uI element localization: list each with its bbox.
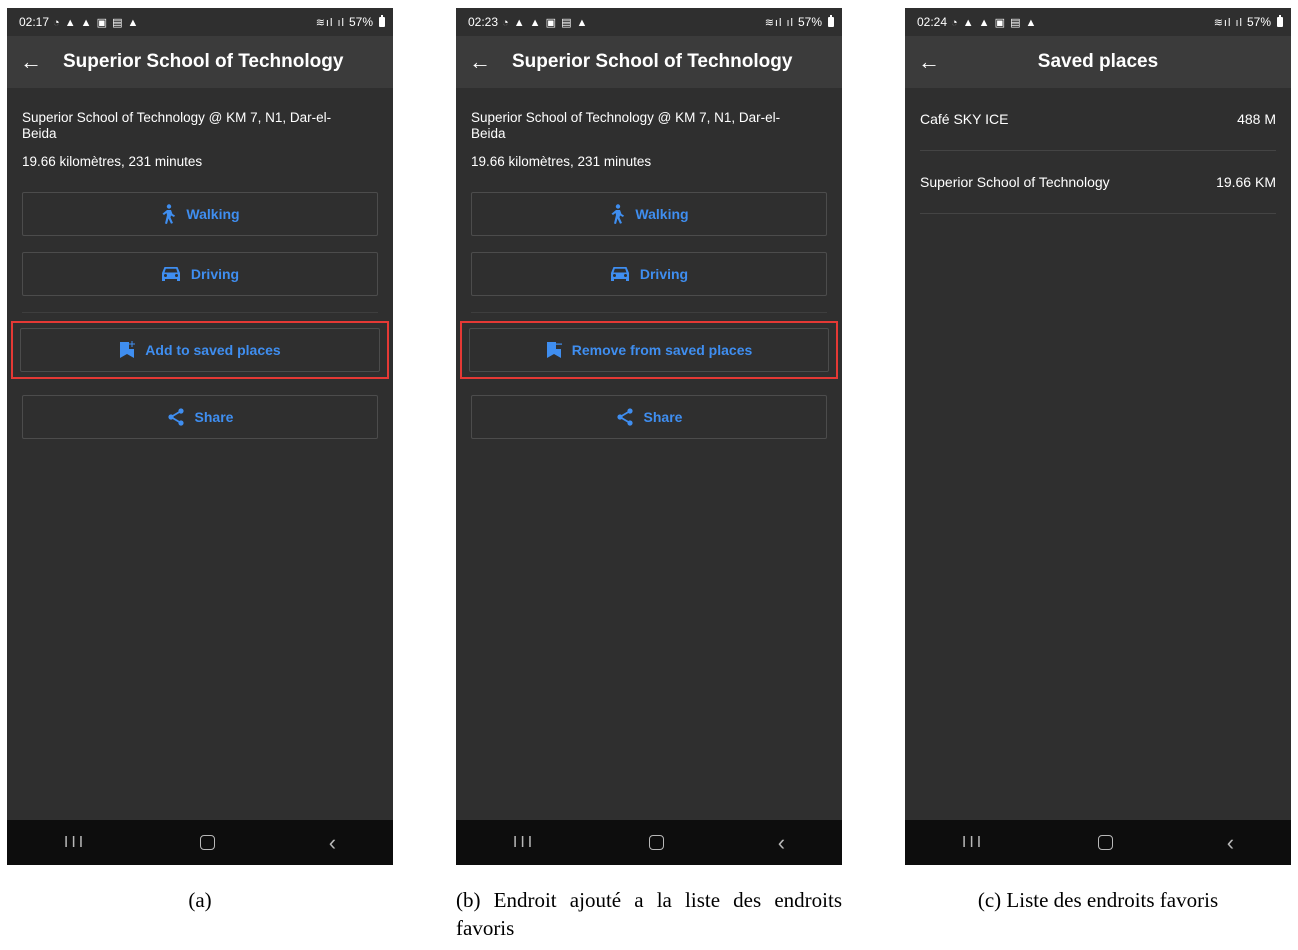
divider: [471, 312, 827, 313]
notification-icons: ◔ ▲ ▲ ▣ ▤ ▲: [53, 16, 140, 29]
share-label: Share: [194, 409, 234, 425]
driving-button[interactable]: Driving: [22, 252, 378, 296]
nav-back-icon[interactable]: ‹: [329, 830, 336, 856]
status-time: 02:23: [468, 15, 499, 29]
walk-icon: [162, 204, 176, 224]
saved-places-list: Café SKY ICE 488 M Superior School of Te…: [905, 88, 1291, 214]
notification-icons: ◔ ▲ ▲ ▣ ▤ ▲: [951, 16, 1038, 29]
driving-label: Driving: [190, 266, 240, 282]
walking-label: Walking: [186, 206, 240, 222]
add-to-saved-places-button[interactable]: Add to saved places: [20, 328, 380, 372]
page-title: Superior School of Technology: [512, 51, 793, 72]
back-arrow-icon[interactable]: ←: [7, 36, 55, 88]
share-button[interactable]: Share: [471, 395, 827, 439]
nav-back-icon[interactable]: ‹: [1227, 830, 1234, 856]
caption-a: (a): [188, 888, 212, 912]
car-icon: [610, 267, 629, 281]
walking-label: Walking: [635, 206, 689, 222]
status-time: 02:17: [19, 15, 50, 29]
bookmark-remove-icon: [546, 342, 562, 358]
place-distance: 19.66 KM: [1216, 174, 1276, 190]
share-button[interactable]: Share: [22, 395, 378, 439]
place-distance: 19.66 kilomètres, 231 minutes: [22, 154, 203, 169]
place-name: Superior School of Technology: [920, 174, 1110, 190]
share-icon: [167, 408, 184, 426]
place-address: Superior School of Technology @ KM 7, N1…: [22, 110, 332, 141]
nav-bar: III ‹: [7, 820, 393, 865]
remove-from-saved-places-button[interactable]: Remove from saved places: [469, 328, 829, 372]
place-address: Superior School of Technology @ KM 7, N1…: [471, 110, 781, 141]
app-bar: ← Superior School of Technology: [7, 36, 393, 88]
app-bar: ← Saved places: [905, 36, 1291, 88]
screen-c: 02:24 ◔ ▲ ▲ ▣ ▤ ▲ ≋ıl ıl 57% ← Saved pla…: [905, 8, 1291, 865]
list-item[interactable]: Superior School of Technology 19.66 KM: [920, 151, 1276, 214]
driving-label: Driving: [639, 266, 689, 282]
screen-a: 02:17 ◔ ▲ ▲ ▣ ▤ ▲ ≋ıl ıl 57% ← Superior …: [7, 8, 393, 865]
recents-icon[interactable]: III: [513, 834, 535, 852]
walking-button[interactable]: Walking: [471, 192, 827, 236]
highlight-box: Remove from saved places: [460, 321, 838, 379]
home-icon[interactable]: [648, 835, 664, 850]
notification-icons: ◔ ▲ ▲ ▣ ▤ ▲: [502, 16, 589, 29]
bookmark-add-icon: [120, 341, 136, 358]
screen-b: 02:23 ◔ ▲ ▲ ▣ ▤ ▲ ≋ıl ıl 57% ← Superior …: [456, 8, 842, 865]
walking-button[interactable]: Walking: [22, 192, 378, 236]
caption-b: (b) Endroit ajouté a la liste des endroi…: [456, 888, 842, 940]
back-arrow-icon[interactable]: ←: [456, 36, 504, 88]
add-to-saved-label: Add to saved places: [145, 342, 281, 358]
page-title: Superior School of Technology: [63, 51, 344, 72]
status-bar: 02:23 ◔ ▲ ▲ ▣ ▤ ▲ ≋ıl ıl 57%: [456, 8, 842, 36]
signal-icon: ≋ıl ıl: [764, 16, 794, 29]
nav-bar: III ‹: [456, 820, 842, 865]
home-icon[interactable]: [1097, 835, 1113, 850]
share-icon: [616, 408, 633, 426]
divider: [22, 312, 378, 313]
status-bar: 02:17 ◔ ▲ ▲ ▣ ▤ ▲ ≋ıl ıl 57%: [7, 8, 393, 36]
place-distance: 488 M: [1237, 111, 1276, 127]
walk-icon: [611, 204, 625, 224]
recents-icon[interactable]: III: [962, 834, 984, 852]
signal-icon: ≋ıl ıl: [1213, 16, 1243, 29]
signal-icon: ≋ıl ıl: [315, 16, 345, 29]
car-icon: [161, 267, 180, 281]
place-details: Superior School of Technology @ KM 7, N1…: [7, 110, 393, 439]
battery-icon: [828, 15, 834, 27]
share-label: Share: [643, 409, 683, 425]
nav-bar: III ‹: [905, 820, 1291, 865]
highlight-box: Add to saved places: [11, 321, 389, 379]
nav-back-icon[interactable]: ‹: [778, 830, 785, 856]
battery-icon: [379, 15, 385, 27]
home-icon[interactable]: [199, 835, 215, 850]
status-bar: 02:24 ◔ ▲ ▲ ▣ ▤ ▲ ≋ıl ıl 57%: [905, 8, 1291, 36]
back-arrow-icon[interactable]: ←: [905, 36, 953, 88]
recents-icon[interactable]: III: [64, 834, 86, 852]
battery-percent: 57%: [797, 15, 822, 29]
driving-button[interactable]: Driving: [471, 252, 827, 296]
battery-percent: 57%: [1246, 15, 1271, 29]
list-item[interactable]: Café SKY ICE 488 M: [920, 88, 1276, 151]
caption-c: (c) Liste des endroits favoris: [977, 888, 1219, 912]
app-bar: ← Superior School of Technology: [456, 36, 842, 88]
place-details: Superior School of Technology @ KM 7, N1…: [456, 110, 842, 439]
place-name: Café SKY ICE: [920, 111, 1009, 127]
page-title: Saved places: [1037, 51, 1159, 72]
status-time: 02:24: [917, 15, 948, 29]
place-distance: 19.66 kilomètres, 231 minutes: [471, 154, 652, 169]
battery-percent: 57%: [348, 15, 373, 29]
battery-icon: [1277, 15, 1283, 27]
remove-from-saved-label: Remove from saved places: [571, 342, 753, 358]
